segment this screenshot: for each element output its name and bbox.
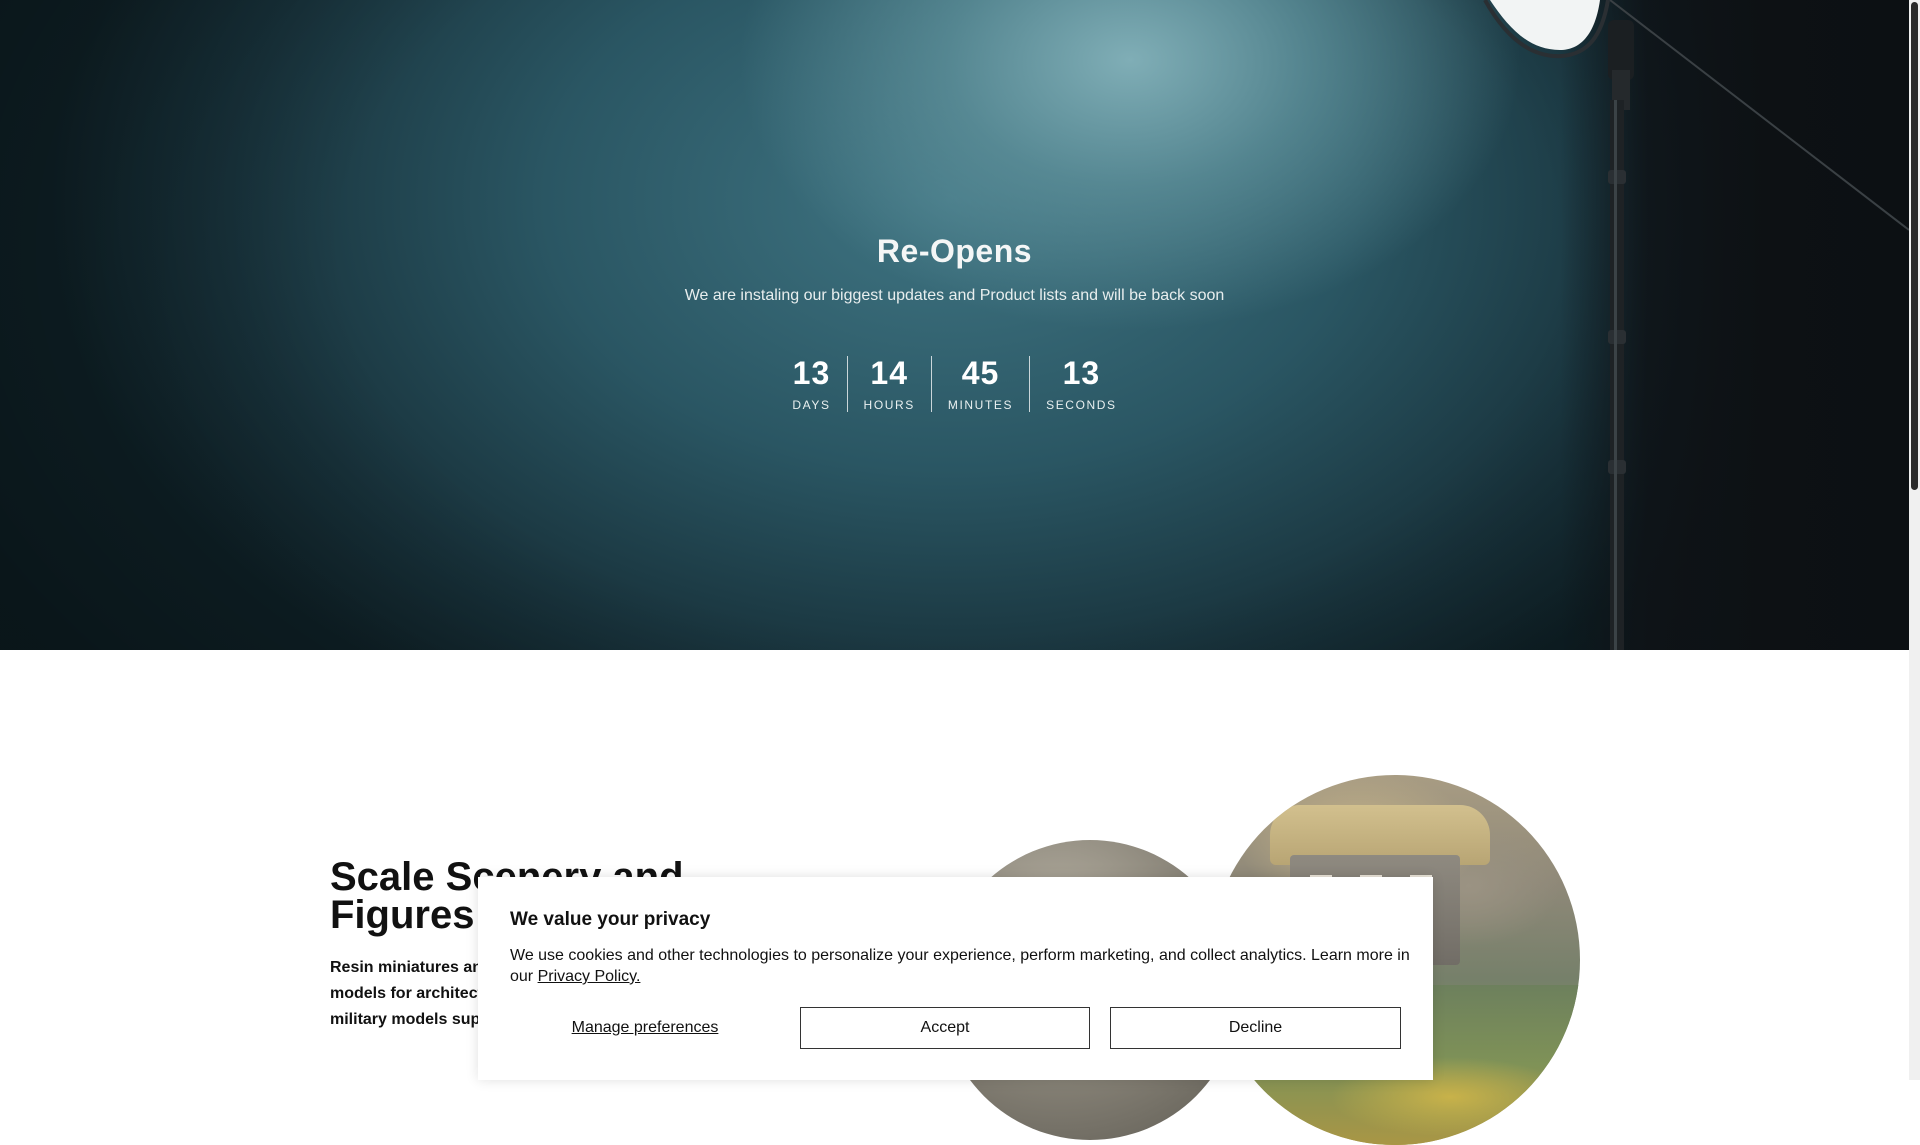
countdown-value: 13 (792, 355, 831, 391)
decline-button[interactable]: Decline (1110, 1007, 1401, 1049)
accept-button[interactable]: Accept (800, 1007, 1090, 1049)
countdown-hours: 14 HOURS (846, 355, 931, 412)
countdown-label: SECONDS (1046, 398, 1117, 412)
hero-subtitle: We are instaling our biggest updates and… (684, 287, 1225, 304)
cookie-banner: We value your privacy We use cookies and… (478, 877, 1433, 1080)
countdown-minutes: 45 MINUTES (930, 355, 1029, 412)
cookie-title: We value your privacy (510, 909, 711, 930)
countdown-value: 14 (870, 355, 909, 391)
cookie-actions: Manage preferences Accept Decline (510, 1007, 1401, 1049)
cookie-description: We use cookies and other technologies to… (510, 947, 1410, 985)
countdown-label: HOURS (863, 398, 915, 412)
countdown-value: 13 (1062, 355, 1101, 391)
scrollbar-thumb[interactable] (1911, 2, 1918, 490)
countdown-label: MINUTES (947, 398, 1014, 412)
countdown-label: DAYS (792, 398, 831, 412)
privacy-policy-link[interactable]: Privacy Policy. (538, 968, 641, 985)
hero-banner: Re-Opens We are instaling our biggest up… (0, 0, 1909, 650)
countdown-days: 13 DAYS (776, 356, 846, 412)
countdown-value: 45 (961, 355, 1000, 391)
hero-title: Re-Opens (876, 233, 1033, 269)
countdown-seconds: 13 SECONDS (1029, 356, 1133, 412)
page-scrollbar[interactable] (1909, 0, 1920, 1080)
countdown-timer: 13 DAYS 14 HOURS 45 MINUTES 13 SECONDS (0, 356, 1909, 412)
studio-light-icon (1483, 0, 1909, 650)
cookie-text: We use cookies and other technologies to… (510, 945, 1410, 987)
manage-preferences-button[interactable]: Manage preferences (510, 1007, 780, 1049)
